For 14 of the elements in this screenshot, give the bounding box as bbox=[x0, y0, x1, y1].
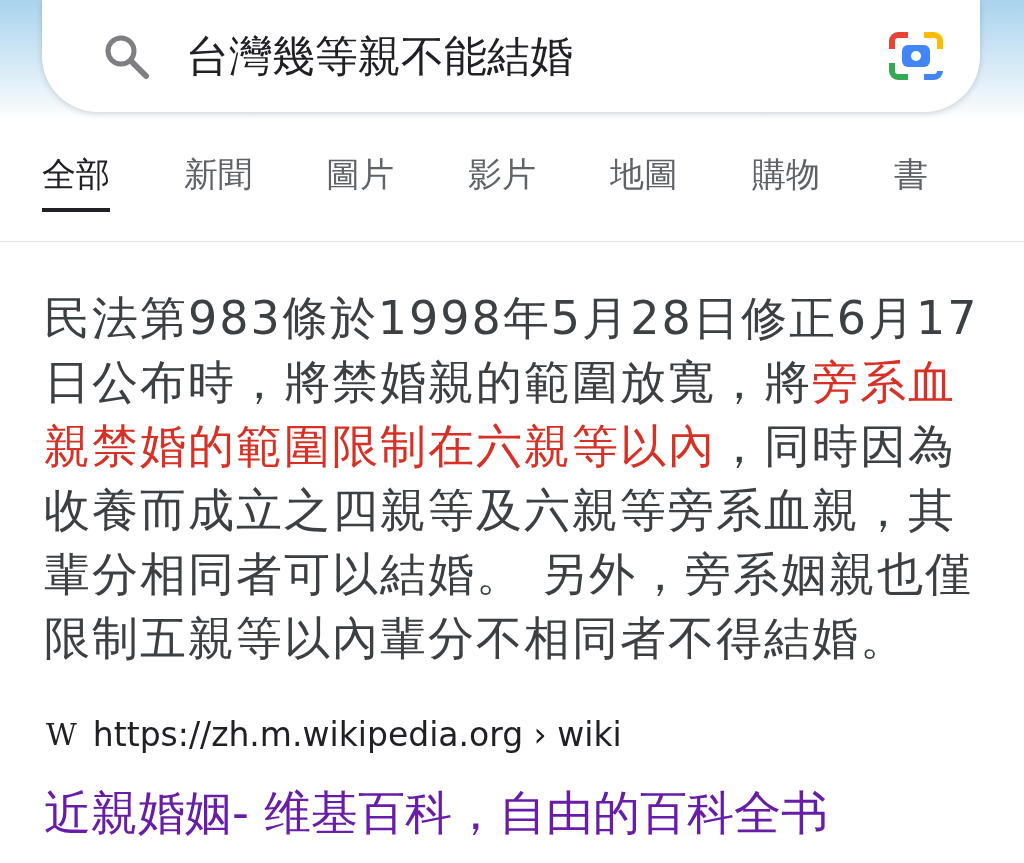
answer-snippet: 民法第983條於1998年5月28日修正6月17日公布時，將禁婚親的範圍放寬，將旁系血親禁婚的範圍限制在六親等以內，同時因為收養而成立之四親等及六親等旁系血親，其輩分相同者可以結婚。 另外，旁系姻親也僅限制五親等以內輩分不相同者不得結婚。 bbox=[43, 290, 980, 667]
site-icon: W bbox=[46, 712, 77, 758]
search-bar[interactable]: 台灣幾等親不能結婚 bbox=[42, 0, 980, 112]
tab[interactable]: 地圖 bbox=[610, 152, 678, 213]
tab[interactable]: 圖片 bbox=[326, 152, 394, 213]
result-title-link[interactable]: 近親婚姻- 维基百科，自由的百科全书 bbox=[0, 759, 828, 848]
source-url[interactable]: https://zh.m.wikipedia.org › wiki bbox=[92, 710, 622, 760]
tab[interactable]: 新聞 bbox=[184, 152, 252, 213]
tab[interactable]: 全部 bbox=[42, 152, 110, 213]
tab[interactable]: 書 bbox=[894, 152, 928, 213]
camera-icon[interactable] bbox=[888, 31, 944, 81]
search-query[interactable]: 台灣幾等親不能結婚 bbox=[186, 23, 888, 89]
tab[interactable]: 購物 bbox=[752, 152, 820, 213]
tab[interactable]: 影片 bbox=[468, 152, 536, 213]
